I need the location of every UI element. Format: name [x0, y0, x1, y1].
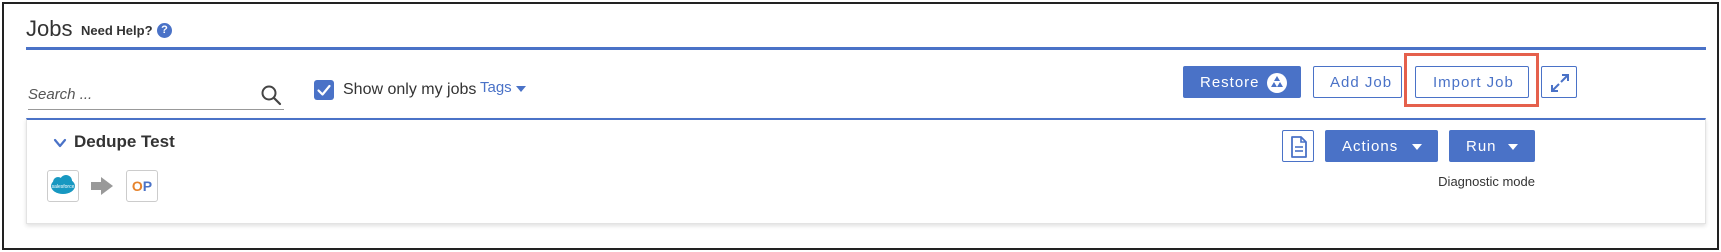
import-job-button[interactable]: Import Job	[1415, 66, 1529, 98]
app-frame: Jobs Need Help? ? Show only my jobs Tags…	[2, 2, 1719, 250]
job-log-button[interactable]	[1282, 130, 1314, 162]
restore-button[interactable]: Restore	[1183, 66, 1301, 98]
expand-button[interactable]	[1541, 66, 1577, 98]
caret-down-icon[interactable]	[516, 86, 526, 92]
checkmark-icon	[317, 84, 331, 96]
salesforce-cloud-icon: salesforce	[51, 175, 75, 194]
jobs-toolbar: Show only my jobs Tags Restore Add Job I…	[26, 53, 1706, 116]
page-title: Jobs	[26, 16, 73, 41]
arrow-right-icon	[91, 177, 113, 195]
import-job-button-label: Import Job	[1433, 74, 1514, 91]
add-job-button-label: Add Job	[1330, 74, 1393, 91]
restore-button-label: Restore	[1200, 74, 1260, 91]
salesforce-logo: salesforce	[47, 170, 79, 202]
show-only-my-jobs-label[interactable]: Show only my jobs	[343, 81, 476, 99]
caret-down-icon	[1508, 144, 1518, 150]
actions-button-label: Actions	[1342, 138, 1399, 155]
page-header: Jobs Need Help? ?	[26, 14, 1706, 50]
need-help-link[interactable]: Need Help?	[81, 23, 153, 38]
chevron-down-icon[interactable]	[53, 136, 67, 150]
expand-arrows-icon	[1551, 74, 1569, 92]
caret-down-icon	[1412, 144, 1422, 150]
job-name[interactable]: Dedupe Test	[74, 132, 175, 152]
question-circle-icon[interactable]: ?	[157, 23, 172, 38]
add-job-button[interactable]: Add Job	[1313, 66, 1402, 98]
actions-dropdown-button[interactable]: Actions	[1325, 130, 1438, 162]
job-card: Dedupe Test salesforce OP Actions Run Di…	[26, 118, 1706, 224]
document-icon	[1291, 136, 1307, 158]
diagnostic-mode-label: Diagnostic mode	[1438, 174, 1535, 189]
search-input[interactable]	[28, 80, 238, 108]
svg-text:salesforce: salesforce	[52, 184, 75, 190]
search-icon[interactable]	[260, 84, 282, 106]
run-dropdown-button[interactable]: Run	[1449, 130, 1535, 162]
recycle-icon	[1267, 73, 1287, 93]
tags-dropdown[interactable]: Tags	[480, 79, 512, 96]
op-logo-text: OP	[131, 178, 153, 194]
search-box	[28, 80, 284, 110]
show-only-my-jobs-checkbox[interactable]	[314, 80, 334, 100]
op-logo: OP	[126, 170, 158, 202]
run-button-label: Run	[1466, 138, 1497, 155]
